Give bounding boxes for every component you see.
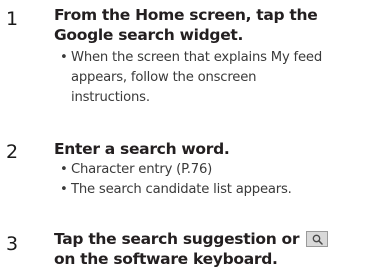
step-heading-line: on the software keyboard. <box>54 250 278 268</box>
step-note: Character entry (P.76) <box>60 160 375 180</box>
step-heading: From the Home screen, tap the Google sea… <box>54 5 354 45</box>
note-line: Character entry (P.76) <box>71 162 213 177</box>
step-heading: Enter a search word. <box>54 139 354 159</box>
step-number: 3 <box>6 233 19 255</box>
note-line: The search candidate list appears. <box>71 182 292 197</box>
step-heading-line: Enter a search word. <box>54 140 230 158</box>
step-heading: Tap the search suggestion or on the soft… <box>54 229 354 269</box>
step-heading-text: Tap the search suggestion or <box>54 230 300 248</box>
step-heading-line: From the Home screen, tap the <box>54 6 318 24</box>
step-number: 2 <box>6 141 19 163</box>
note-line: instructions. <box>71 90 150 105</box>
step-notes: When the screen that explains My feed ap… <box>60 48 375 108</box>
step-heading-line: Google search widget. <box>54 26 244 44</box>
step-note: When the screen that explains My feed ap… <box>60 48 375 108</box>
step-heading-line: Tap the search suggestion or <box>54 229 354 249</box>
search-key-icon <box>306 231 329 247</box>
note-line: appears, follow the onscreen <box>71 70 257 85</box>
step-notes: Character entry (P.76) The search candid… <box>60 160 375 200</box>
note-line: When the screen that explains My feed <box>71 50 322 65</box>
step-number: 1 <box>6 8 19 30</box>
step-note: The search candidate list appears. <box>60 180 375 200</box>
